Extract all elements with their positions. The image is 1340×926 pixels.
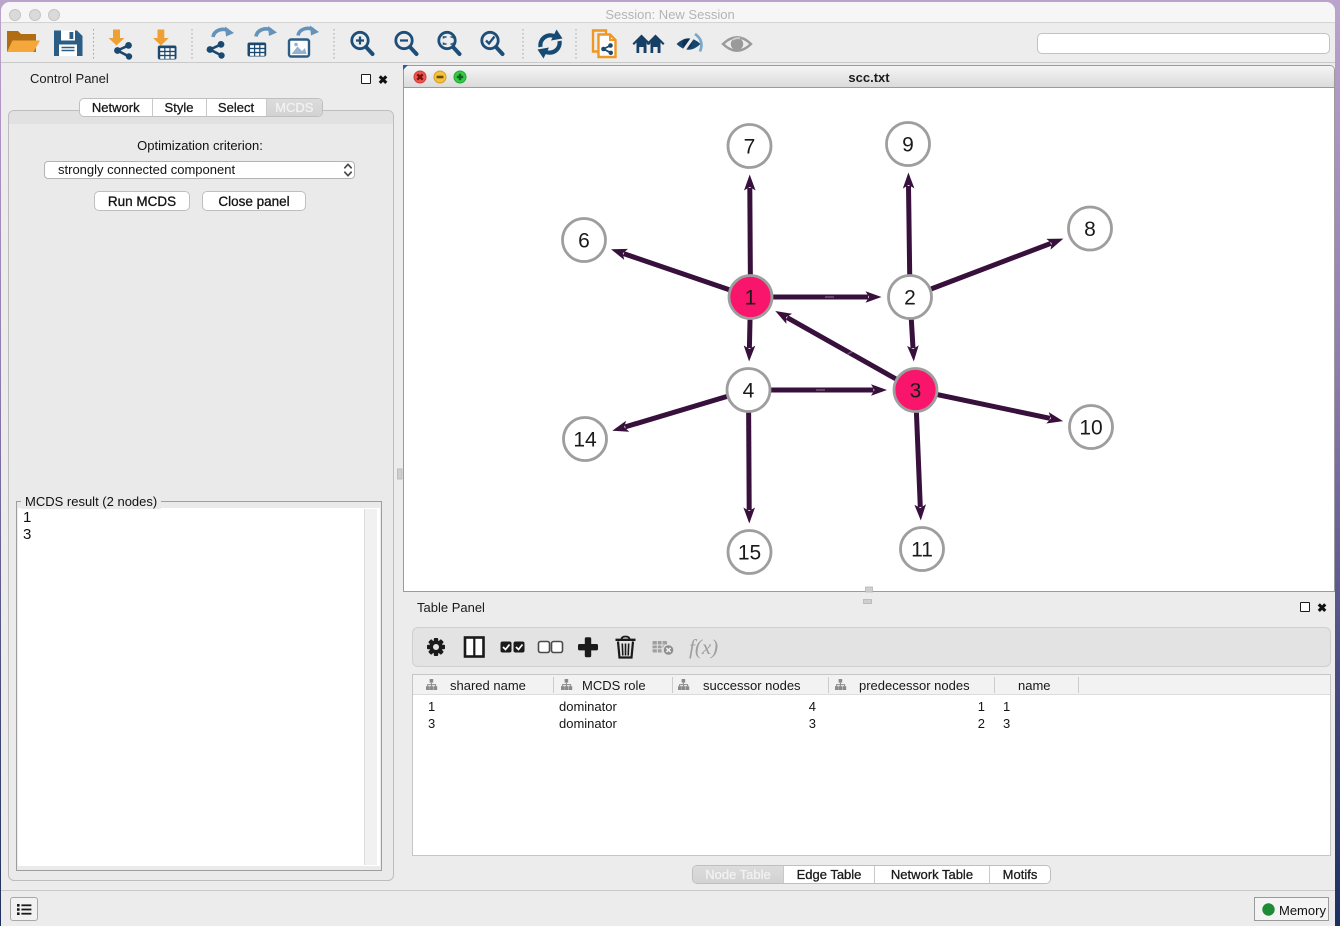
svg-text:14: 14 [573,429,597,452]
svg-text:10: 10 [1079,417,1102,440]
svg-text:11: 11 [911,539,933,562]
svg-text:f(x): f(x) [689,635,718,659]
svg-text:1: 1 [745,287,757,310]
svg-text:8: 8 [1084,218,1096,241]
svg-text:4: 4 [743,380,755,403]
svg-text:2: 2 [904,287,916,310]
svg-text:3: 3 [910,380,922,403]
svg-text:15: 15 [738,542,761,565]
svg-text:7: 7 [744,136,756,159]
svg-text:9: 9 [902,134,914,157]
svg-text:6: 6 [578,230,590,253]
